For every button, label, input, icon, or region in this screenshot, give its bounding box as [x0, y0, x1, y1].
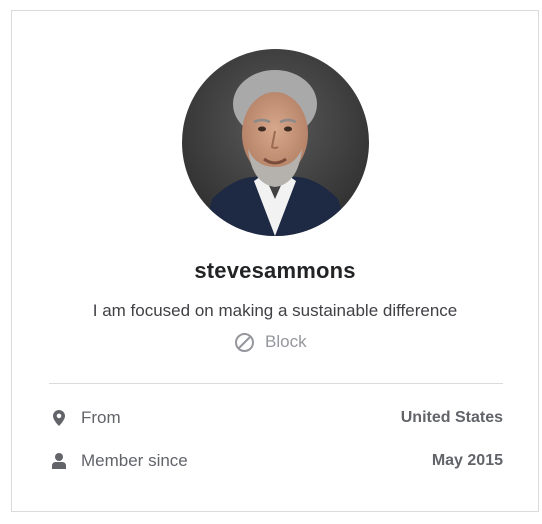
- profile-tagline: I am focused on making a sustainable dif…: [92, 301, 458, 320]
- from-label: From: [81, 408, 121, 427]
- from-value: United States: [400, 409, 503, 426]
- member-since-label: Member since: [81, 451, 188, 470]
- detail-row-from: From United States: [49, 406, 503, 430]
- username[interactable]: stevesammons: [12, 258, 538, 284]
- member-since-value: May 2015: [431, 452, 503, 469]
- seller-profile-card: stevesammons I am focused on making a su…: [11, 10, 539, 512]
- block-button[interactable]: Block: [234, 329, 307, 355]
- block-icon: [234, 332, 255, 353]
- block-label: Block: [265, 332, 307, 351]
- avatar[interactable]: [182, 49, 369, 236]
- divider: [49, 383, 503, 384]
- location-pin-icon: [49, 410, 69, 426]
- detail-row-member-since: Member since May 2015: [49, 449, 503, 473]
- user-icon: [49, 453, 69, 469]
- avatar-photo: [182, 49, 369, 236]
